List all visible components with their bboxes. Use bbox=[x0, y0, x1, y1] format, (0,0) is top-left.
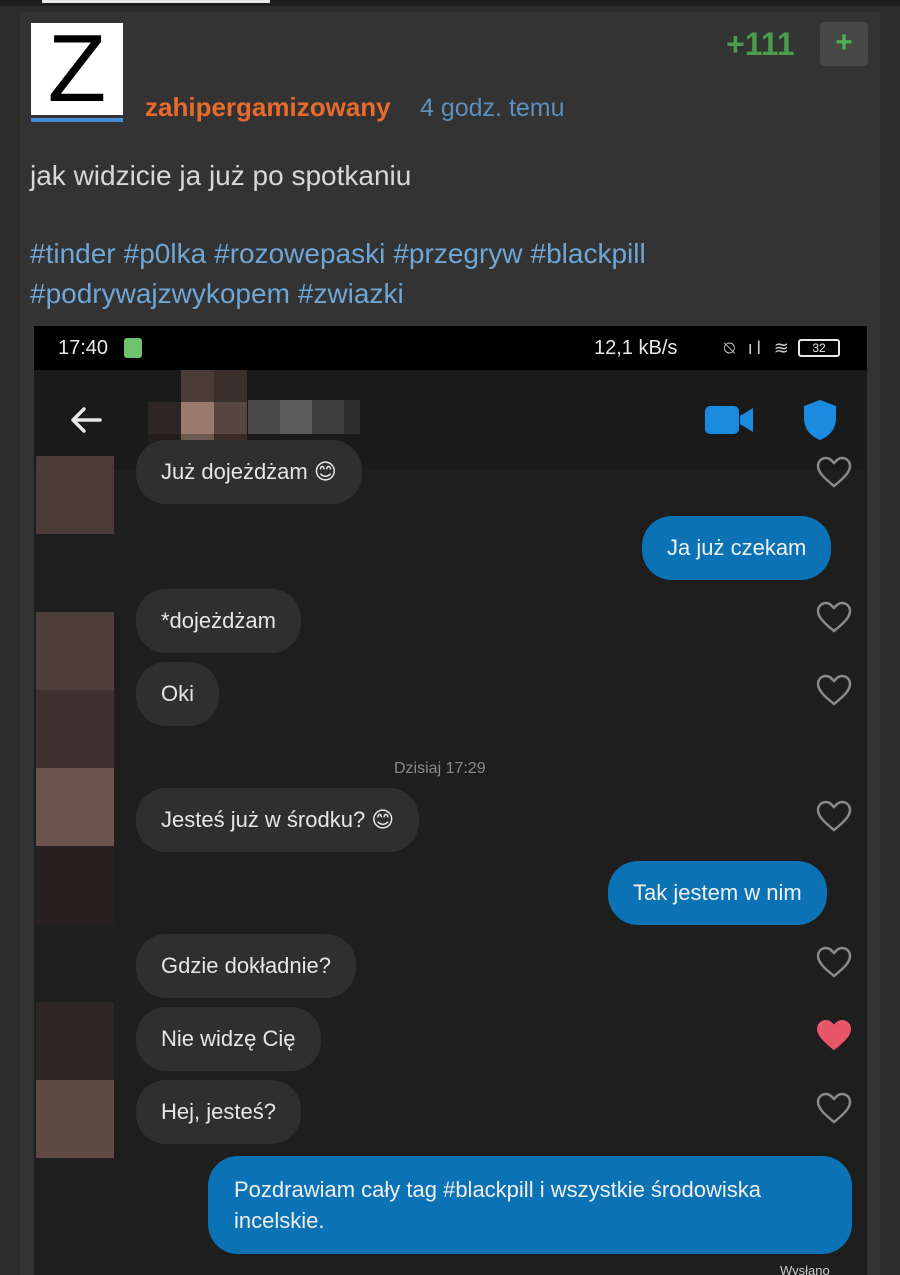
avatar-underline bbox=[31, 118, 123, 122]
message-list: Już dojeżdżam 😊 Ja już czekam *dojeżdżam… bbox=[34, 440, 867, 1275]
author-link[interactable]: zahipergamizowany bbox=[145, 92, 391, 123]
tag-link[interactable]: #tinder bbox=[30, 238, 116, 269]
blurred-avatar bbox=[36, 612, 114, 690]
blurred-avatar bbox=[36, 1080, 114, 1158]
heart-icon[interactable] bbox=[816, 601, 852, 633]
incoming-message[interactable]: Gdzie dokładnie? bbox=[136, 934, 357, 998]
heart-icon[interactable] bbox=[816, 674, 852, 706]
blurred-avatar bbox=[36, 768, 114, 846]
post-time[interactable]: 4 godz. temu bbox=[420, 94, 565, 123]
notification-icon bbox=[124, 338, 142, 358]
signal-wifi-icon: ⍉ ıl ≋ bbox=[724, 338, 793, 358]
vote-count: +111 bbox=[726, 26, 795, 62]
heart-icon[interactable] bbox=[816, 456, 852, 488]
upvote-button[interactable]: + bbox=[820, 22, 868, 66]
incoming-message[interactable]: Hej, jesteś? bbox=[136, 1080, 301, 1144]
incoming-message[interactable]: Nie widzę Cię bbox=[136, 1007, 321, 1071]
incoming-message[interactable]: Jesteś już w środku? 😊 bbox=[136, 788, 420, 852]
tag-link[interactable]: #przegryw bbox=[393, 238, 522, 269]
user-avatar[interactable]: Z bbox=[31, 19, 123, 119]
tag-link[interactable]: #blackpill bbox=[531, 238, 646, 269]
sent-status: Wysłano bbox=[780, 1263, 830, 1275]
heart-icon[interactable] bbox=[816, 946, 852, 978]
incoming-message[interactable]: Już dojeżdżam 😊 bbox=[136, 440, 362, 504]
status-time: 17:40 bbox=[58, 337, 109, 359]
blurred-name bbox=[248, 400, 360, 434]
heart-liked-icon[interactable] bbox=[816, 1019, 852, 1051]
blurred-avatar bbox=[36, 846, 114, 924]
date-separator: Dzisiaj 17:29 bbox=[394, 760, 486, 777]
back-arrow-icon[interactable] bbox=[66, 400, 106, 440]
incoming-message[interactable]: Oki bbox=[136, 662, 219, 726]
video-call-icon[interactable] bbox=[704, 404, 754, 436]
tag-link[interactable]: #p0lka bbox=[124, 238, 207, 269]
blurred-avatar bbox=[36, 1002, 114, 1080]
phone-status-bar: 17:40 12,1 kB/s ⍉ ıl ≋ 32 bbox=[34, 326, 867, 370]
outgoing-message[interactable]: Pozdrawiam cały tag #blackpill i wszystk… bbox=[208, 1156, 852, 1254]
outgoing-message[interactable]: Ja już czekam bbox=[642, 516, 832, 580]
post-text: jak widzicie ja już po spotkaniu bbox=[30, 160, 412, 191]
blurred-avatar bbox=[36, 456, 114, 534]
outgoing-message[interactable]: Tak jestem w nim bbox=[608, 861, 827, 925]
avatar-letter: Z bbox=[47, 15, 107, 122]
blurred-avatar bbox=[36, 690, 114, 768]
shield-icon[interactable] bbox=[802, 398, 838, 442]
incoming-message[interactable]: *dojeżdżam bbox=[136, 589, 301, 653]
tag-link[interactable]: #zwiazki bbox=[298, 278, 404, 309]
tag-link[interactable]: #podrywajzwykopem bbox=[30, 278, 290, 309]
heart-icon[interactable] bbox=[816, 1092, 852, 1124]
battery-icon: 32 bbox=[798, 339, 840, 357]
tag-list: #tinder #p0lka #rozowepaski #przegryw #black… bbox=[30, 234, 790, 314]
heart-icon[interactable] bbox=[816, 800, 852, 832]
active-tab-indicator bbox=[42, 0, 270, 3]
embedded-screenshot[interactable]: 17:40 12,1 kB/s ⍉ ıl ≋ 32 Już dojeżdżam … bbox=[34, 326, 867, 1275]
top-bar bbox=[0, 0, 900, 6]
status-speed: 12,1 kB/s bbox=[594, 337, 678, 359]
tag-link[interactable]: #rozowepaski bbox=[214, 238, 385, 269]
